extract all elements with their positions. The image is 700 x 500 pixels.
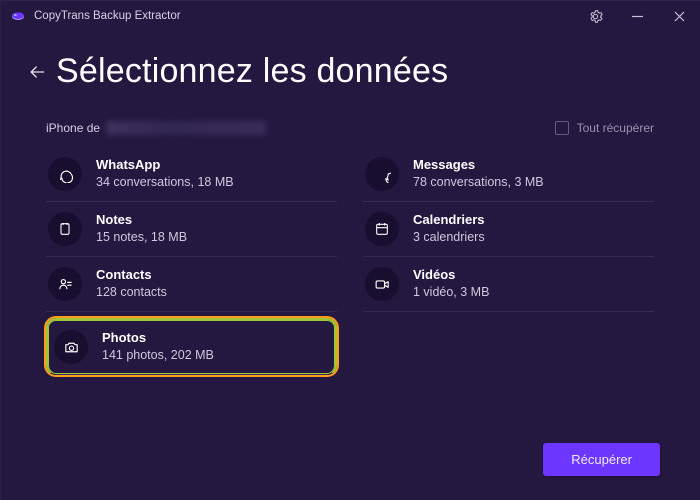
minimize-button[interactable] [616, 0, 658, 32]
header: Sélectionnez les données [0, 32, 700, 101]
item-subtitle: 78 conversations, 3 MB [413, 175, 544, 191]
data-item-messages[interactable]: Messages 78 conversations, 3 MB [363, 147, 654, 202]
data-item-notes[interactable]: Notes 15 notes, 18 MB [46, 202, 337, 257]
data-item-calendars[interactable]: Calendriers 3 calendriers [363, 202, 654, 257]
back-button[interactable] [22, 57, 52, 87]
settings-button[interactable] [574, 0, 616, 32]
data-item-videos[interactable]: Vidéos 1 vidéo, 3 MB [363, 257, 654, 312]
close-icon [674, 11, 685, 22]
gear-icon [588, 9, 603, 24]
item-title: Vidéos [413, 267, 489, 283]
calendar-icon [365, 212, 399, 246]
item-title: Messages [413, 157, 544, 173]
item-subtitle: 3 calendriers [413, 230, 485, 246]
content: iPhone de Tout récupérer WhatsApp 34 con… [0, 101, 700, 375]
item-subtitle: 1 vidéo, 3 MB [413, 285, 489, 301]
app-logo-icon [10, 8, 26, 24]
item-subtitle: 15 notes, 18 MB [96, 230, 187, 246]
device-name-redacted [106, 121, 266, 135]
item-title: WhatsApp [96, 157, 234, 173]
data-item-whatsapp[interactable]: WhatsApp 34 conversations, 18 MB [46, 147, 337, 202]
recover-all-checkbox[interactable]: Tout récupérer [555, 121, 654, 135]
item-title: Photos [102, 330, 214, 346]
checkbox-icon [555, 121, 569, 135]
messages-icon [365, 157, 399, 191]
video-icon [365, 267, 399, 301]
app-name: CopyTrans Backup Extractor [34, 10, 181, 22]
recover-button[interactable]: Récupérer [543, 443, 660, 476]
notes-icon [48, 212, 82, 246]
data-item-photos[interactable]: Photos 141 photos, 202 MB [46, 318, 337, 375]
device-label: iPhone de [46, 121, 266, 135]
camera-icon [54, 330, 88, 364]
item-title: Contacts [96, 267, 167, 283]
whatsapp-icon [48, 157, 82, 191]
titlebar: CopyTrans Backup Extractor [0, 0, 700, 32]
item-subtitle: 141 photos, 202 MB [102, 348, 214, 364]
recover-all-label: Tout récupérer [577, 121, 654, 135]
item-title: Notes [96, 212, 187, 228]
data-item-contacts[interactable]: Contacts 128 contacts [46, 257, 337, 312]
close-button[interactable] [658, 0, 700, 32]
contacts-icon [48, 267, 82, 301]
item-subtitle: 34 conversations, 18 MB [96, 175, 234, 191]
item-subtitle: 128 contacts [96, 285, 167, 301]
item-title: Calendriers [413, 212, 485, 228]
page-title: Sélectionnez les données [56, 52, 448, 91]
arrow-left-icon [27, 62, 47, 82]
minimize-icon [632, 11, 643, 22]
